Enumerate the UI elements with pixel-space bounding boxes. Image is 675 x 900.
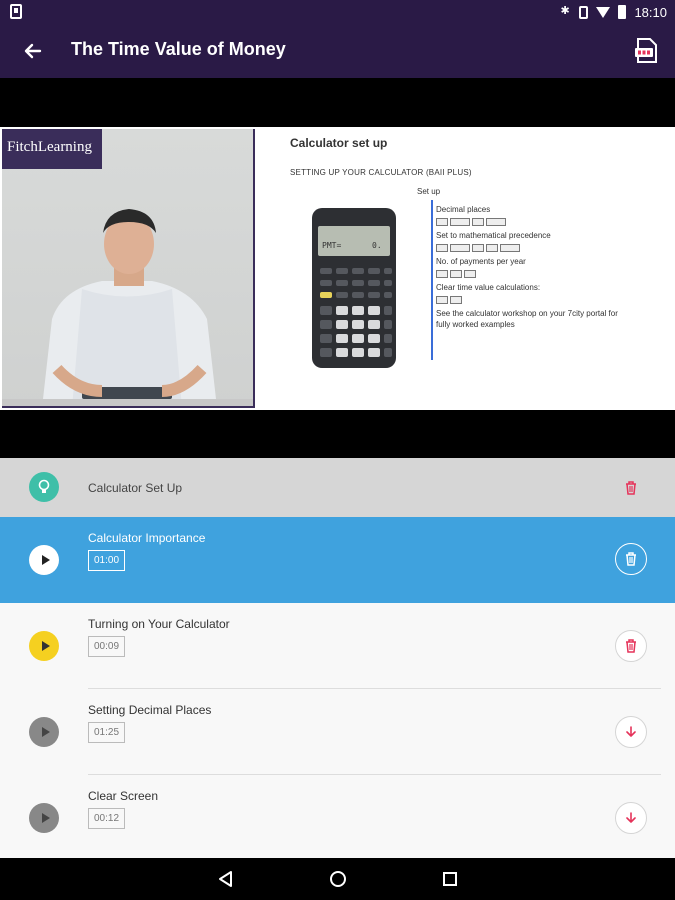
- lesson-playlist: Calculator Set Up Calculator Importance …: [0, 458, 675, 858]
- play-button[interactable]: [29, 545, 59, 575]
- svg-text:0.: 0.: [372, 241, 382, 250]
- list-item[interactable]: Calculator Importance 01:00: [0, 517, 675, 603]
- duration-badge: 01:00: [88, 550, 126, 571]
- note-precedence: Set to mathematical precedence: [436, 231, 551, 240]
- calculator-image: PMT= 0.: [312, 208, 396, 368]
- brand-logo: FitchLearning: [2, 129, 102, 169]
- play-button[interactable]: [29, 803, 59, 833]
- recents-square-icon[interactable]: [440, 869, 460, 889]
- system-nav-bar: [0, 858, 675, 900]
- pdf-icon: [635, 38, 657, 63]
- setup-divider: [431, 200, 433, 360]
- delete-button[interactable]: [615, 630, 647, 662]
- setup-notes: Decimal places Set to mathematical prece…: [436, 204, 666, 330]
- note-clear: Clear time value calculations:: [436, 283, 541, 292]
- play-icon: [41, 813, 50, 823]
- download-button[interactable]: [615, 802, 647, 834]
- lightbulb-icon: [29, 472, 59, 502]
- duration-badge: 00:09: [88, 636, 126, 657]
- battery-icon: [618, 5, 627, 19]
- slide-title: Calculator set up: [290, 136, 388, 150]
- status-icons: 18:10: [559, 3, 667, 21]
- page-title: The Time Value of Money: [71, 39, 286, 59]
- arrow-left-icon: [24, 43, 42, 59]
- lesson-title: Setting Decimal Places: [88, 703, 212, 717]
- home-circle-icon[interactable]: [328, 869, 348, 889]
- status-bar: 18:10: [0, 0, 675, 24]
- notification-icon: [10, 4, 22, 19]
- play-button[interactable]: [29, 631, 59, 661]
- lesson-title: Turning on Your Calculator: [88, 617, 230, 631]
- vibrate-icon: [579, 5, 589, 19]
- play-icon: [41, 555, 50, 565]
- app-bar: The Time Value of Money: [0, 24, 675, 78]
- key-sequence: [436, 270, 478, 279]
- play-icon: [41, 727, 50, 737]
- presenter-figure: [2, 209, 253, 406]
- wifi-icon: [596, 6, 611, 18]
- trash-icon: [626, 552, 636, 566]
- note-decimal: Decimal places: [436, 205, 491, 214]
- download-button[interactable]: [615, 716, 647, 748]
- note-payments: No. of payments per year: [436, 257, 526, 266]
- key-sequence: [436, 296, 464, 305]
- presenter-video: FitchLearning: [2, 129, 255, 408]
- delete-button[interactable]: [615, 472, 647, 504]
- play-button[interactable]: [29, 717, 59, 747]
- duration-badge: 01:25: [88, 722, 126, 743]
- svg-text:PMT=: PMT=: [322, 241, 341, 250]
- duration-badge: 00:12: [88, 808, 126, 829]
- section-title: Calculator Set Up: [88, 481, 183, 495]
- trash-icon: [626, 639, 636, 653]
- section-header[interactable]: Calculator Set Up: [0, 458, 675, 517]
- slide-content: Calculator set up SETTING UP YOUR CALCUL…: [290, 136, 665, 396]
- bluetooth-icon: [559, 4, 571, 19]
- note-workshop: See the calculator workshop on your 7cit…: [436, 309, 618, 329]
- lesson-title: Calculator Importance: [88, 531, 206, 545]
- back-triangle-icon[interactable]: [216, 869, 236, 889]
- setup-label: Set up: [417, 187, 441, 196]
- key-sequence: [436, 244, 522, 253]
- status-time: 18:10: [634, 4, 667, 20]
- back-button[interactable]: [18, 36, 48, 66]
- key-sequence: [436, 218, 508, 227]
- download-icon: [626, 812, 636, 823]
- play-icon: [41, 641, 50, 651]
- list-item[interactable]: Setting Decimal Places 01:25: [0, 689, 675, 775]
- list-item[interactable]: Clear Screen 00:12: [0, 775, 675, 858]
- trash-icon: [626, 481, 636, 495]
- delete-button[interactable]: [615, 543, 647, 575]
- slide-subtitle: SETTING UP YOUR CALCULATOR (BAII PLUS): [290, 168, 472, 177]
- lesson-title: Clear Screen: [88, 789, 159, 803]
- list-item[interactable]: Turning on Your Calculator 00:09: [0, 603, 675, 689]
- download-icon: [626, 726, 636, 737]
- pdf-button[interactable]: [633, 36, 661, 66]
